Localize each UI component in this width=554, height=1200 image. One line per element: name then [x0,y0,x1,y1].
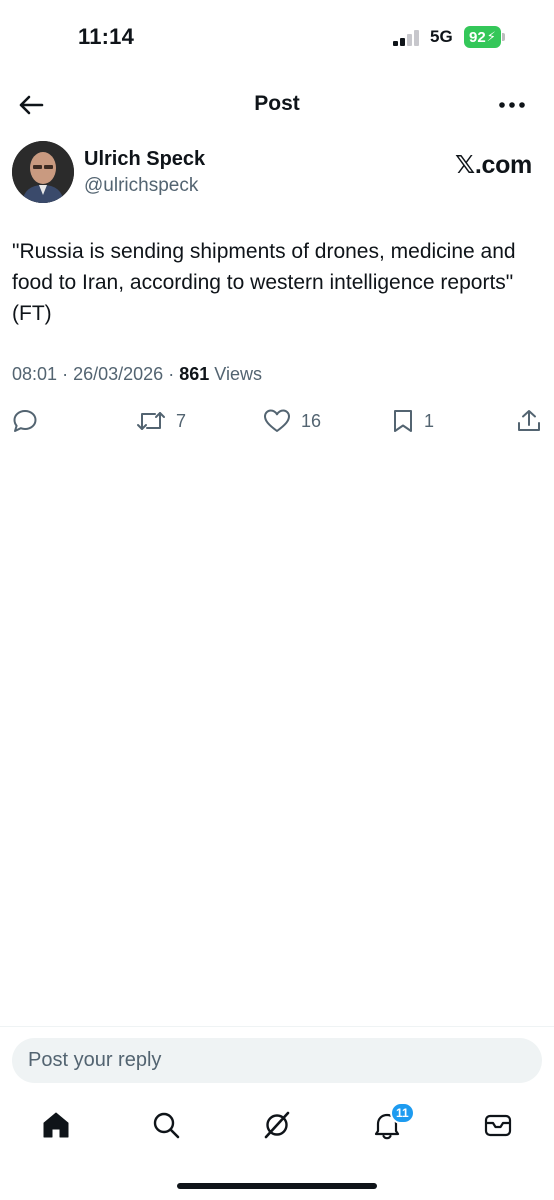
views-count[interactable]: 861 [179,364,209,384]
nav-notifications[interactable]: 11 [370,1102,415,1142]
post-time: 08:01 [12,364,58,384]
repost-icon [137,412,165,430]
nav-search[interactable] [149,1108,183,1142]
author-handle[interactable]: @ulrichspeck [84,175,198,197]
reply-icon [13,410,37,432]
source-label: 𝕏.com [455,151,532,179]
bottom-nav: 11 [0,1100,554,1152]
grok-icon [264,1111,290,1139]
network-label: 5G [430,27,453,46]
avatar[interactable] [12,141,74,203]
more-button[interactable] [496,90,528,120]
nav-home[interactable] [39,1108,73,1142]
messages-icon [484,1114,512,1137]
status-bar: 11:14 5G 92 ⚡ [0,0,554,70]
page-title: Post [254,92,300,115]
post-actions: 7 16 1 [0,404,554,438]
reply-button[interactable] [12,404,38,438]
repost-count: 7 [176,410,187,431]
status-time: 11:14 [78,24,135,49]
bookmark-count: 1 [424,410,435,431]
heart-icon [264,409,290,432]
reply-input[interactable] [12,1038,542,1083]
bookmark-button[interactable]: 1 [392,404,434,438]
nav-messages[interactable] [481,1108,515,1142]
meta-separator: · [62,364,69,384]
signal-icon [393,30,419,46]
like-button[interactable]: 16 [263,404,321,438]
notifications-badge: 11 [390,1102,415,1124]
home-icon [43,1112,69,1138]
divider [0,1026,554,1027]
views-label: Views [214,364,262,384]
share-icon [518,410,540,431]
top-header: Post [0,80,554,130]
share-button[interactable] [516,404,542,438]
home-indicator [177,1183,377,1189]
post-text: "Russia is sending shipments of drones, … [12,240,516,325]
nav-grok[interactable] [260,1108,294,1142]
more-icon [499,102,525,108]
battery-level: 92 [469,28,486,46]
search-icon [153,1112,180,1139]
author-name[interactable]: Ulrich Speck [84,148,205,171]
battery-charging-icon: 92 ⚡ [464,26,505,48]
post-date: 26/03/2026 [73,364,164,384]
meta-separator: · [168,364,175,384]
avatar-image [12,141,74,203]
like-count: 16 [301,410,322,431]
bookmark-icon [394,410,412,432]
repost-button[interactable]: 7 [136,404,186,438]
post-meta: 08:01 · 26/03/2026 · 861 Views [12,364,262,385]
